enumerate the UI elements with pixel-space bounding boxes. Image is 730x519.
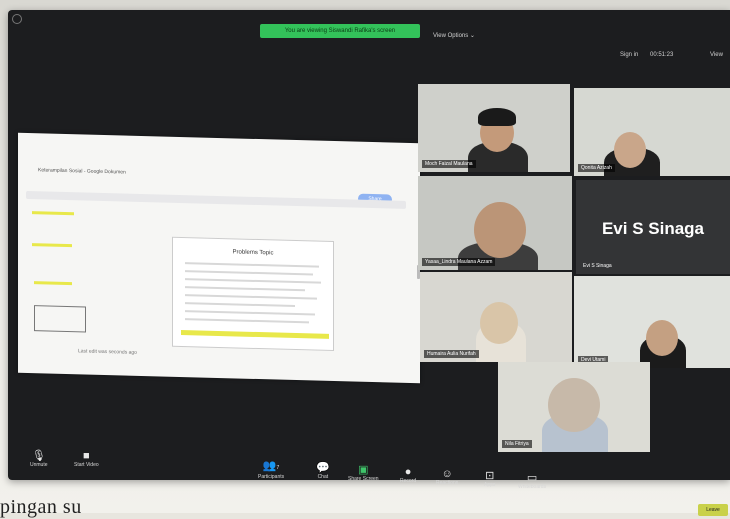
doc-text-line (185, 310, 315, 316)
apps-icon: ⊡ (485, 470, 495, 482)
doc-text-line (185, 286, 305, 292)
unmute-button[interactable]: 🎙 Unmute (30, 450, 48, 468)
participants-label: Participants (258, 474, 285, 480)
video-tile[interactable]: Yasaa_Lindra Maulana Azzam (418, 176, 572, 270)
apps-button[interactable]: ⊡ Apps (484, 470, 495, 488)
record-label: Record (400, 478, 417, 484)
video-tile[interactable]: Qonita Azizah (574, 88, 730, 176)
participants-icon: 👥7 (262, 460, 280, 472)
doc-page[interactable]: Problems Topic (172, 236, 334, 352)
window-dot-icon (12, 14, 22, 24)
unmute-label: Unmute (30, 462, 48, 468)
doc-highlight (32, 243, 72, 248)
participant-name: Qonita Azizah (578, 164, 615, 172)
start-video-button[interactable]: ■ Start Video (74, 450, 99, 468)
top-bar: You are viewing Siswandi Rafika's screen… (8, 10, 730, 42)
participant-name: Evi S Sinaga (583, 263, 612, 269)
participant-face (614, 132, 646, 168)
participants-button[interactable]: 👥7 Participants (258, 460, 284, 480)
participant-face (474, 202, 526, 258)
participant-face (480, 302, 518, 344)
view-button[interactable]: View (710, 52, 723, 58)
doc-text-line (185, 270, 313, 276)
participant-hair (478, 108, 516, 126)
participant-name: Yasaa_Lindra Maulana Azzam (422, 258, 496, 266)
leave-button[interactable]: Leave (698, 504, 728, 516)
doc-text-line (185, 262, 319, 268)
doc-text-line (185, 294, 317, 300)
video-camera-icon: ■ (83, 450, 90, 462)
participant-face (646, 320, 678, 356)
zoom-window: You are viewing Siswandi Rafika's screen… (8, 10, 730, 516)
participant-face (548, 378, 600, 432)
meeting-controls: 🎙 Unmute ■ Start Video 👥7 Participants 💬… (8, 446, 730, 516)
chat-label: Chat (317, 474, 329, 480)
video-tile[interactable]: Evi S Sinaga Evi S Sinaga (576, 180, 730, 274)
video-tile[interactable]: Nila Fitriya (498, 362, 650, 452)
doc-text-line (185, 302, 295, 307)
share-screen-button[interactable]: ▣ Share Screen (348, 464, 379, 482)
whiteboard-icon: ▭ (526, 472, 538, 484)
sign-in-link[interactable]: Sign in (620, 52, 638, 58)
screen-share-banner[interactable]: You are viewing Siswandi Rafika's screen (260, 24, 420, 38)
doc-highlight (181, 330, 329, 339)
video-tile[interactable]: Devi Utami (574, 276, 730, 368)
doc-outline-box (34, 305, 86, 333)
reactions-button[interactable]: ☺ Reactions (436, 468, 458, 486)
reactions-icon: ☺ (441, 468, 453, 480)
start-video-label: Start Video (74, 462, 99, 468)
microphone-muted-icon: 🎙 (31, 450, 46, 462)
whiteboards-button[interactable]: ▭ Whiteboards (518, 472, 546, 490)
doc-text-line (185, 318, 309, 324)
record-icon: ● (404, 466, 412, 478)
video-tile[interactable]: Moch Faizal Maulana (418, 84, 570, 172)
doc-status: Last edit was seconds ago (78, 348, 137, 356)
video-tile[interactable]: Humaira Aulia Nurifah (420, 272, 572, 362)
reactions-label: Reactions (436, 480, 459, 486)
doc-tab-title: Keterampilan Sosial - Google Dokumen (38, 167, 126, 176)
doc-highlight (32, 211, 74, 216)
chat-bubble-icon: 💬 (316, 462, 330, 474)
participant-name: Humaira Aulia Nurifah (424, 350, 479, 358)
participant-display-name: Evi S Sinaga (601, 219, 705, 239)
share-screen-label: Share Screen (348, 476, 379, 482)
view-options-button[interactable]: View Options ⌄ (433, 32, 475, 39)
participant-name: Moch Faizal Maulana (422, 160, 476, 168)
share-screen-icon: ▣ (358, 464, 369, 476)
chat-button[interactable]: 💬 Chat (316, 462, 330, 480)
doc-highlight (34, 281, 72, 286)
whiteboards-label: Whiteboards (518, 484, 547, 490)
apps-label: Apps (484, 482, 496, 488)
doc-toolbar (26, 190, 406, 209)
meeting-timer: 00:51:23 (650, 52, 674, 58)
doc-text-line (185, 278, 321, 284)
page-caption-text: pingan su (0, 496, 82, 518)
record-button[interactable]: ● Record (400, 466, 416, 484)
shared-screen: Keterampilan Sosial - Google Dokumen Sha… (18, 132, 420, 384)
participants-count: 7 (276, 465, 280, 471)
doc-page-title: Problems Topic (232, 249, 274, 257)
